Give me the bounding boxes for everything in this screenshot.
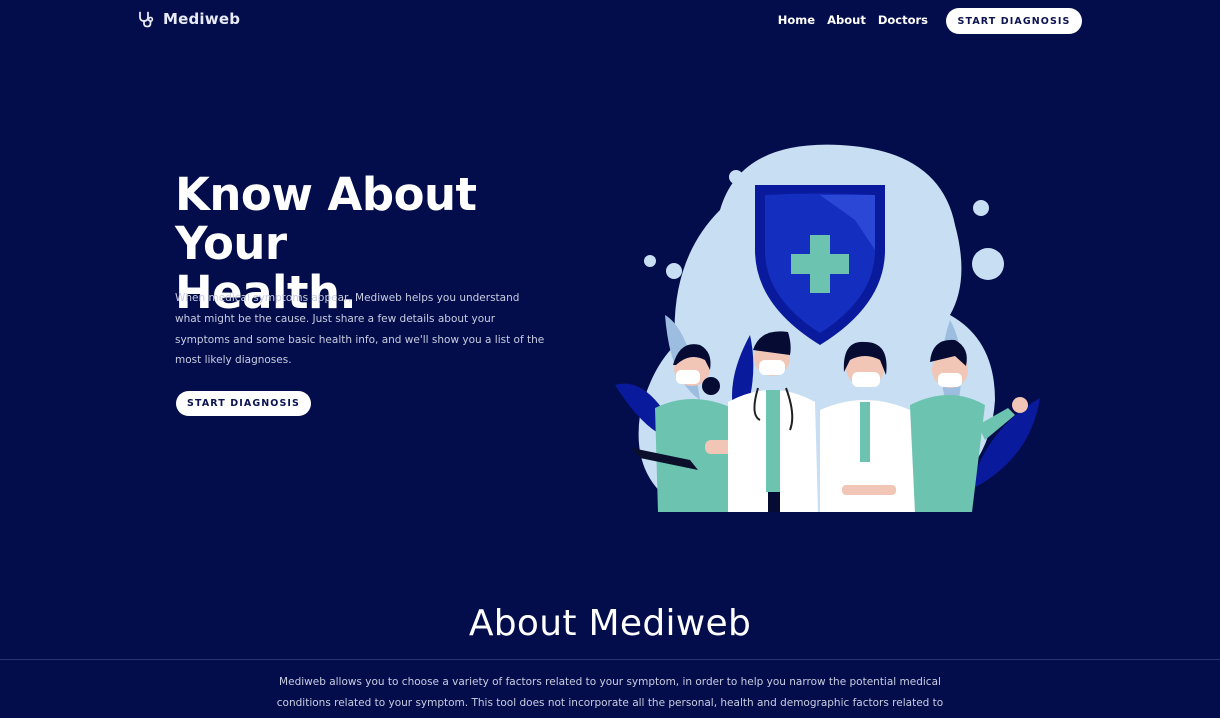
bubble-dot bbox=[729, 170, 743, 184]
brand-name: Mediweb bbox=[163, 10, 241, 28]
hero-start-diagnosis-button[interactable]: START DIAGNOSIS bbox=[176, 391, 311, 416]
bubble-dot bbox=[973, 200, 989, 216]
landing-page: Mediweb Home About Doctors START DIAGNOS… bbox=[0, 0, 1220, 718]
nav-link-doctors[interactable]: Doctors bbox=[878, 13, 928, 27]
medical-team-illustration bbox=[615, 144, 1040, 512]
hero-title-line-1: Know About Your bbox=[175, 168, 477, 270]
nav-start-diagnosis-button[interactable]: START DIAGNOSIS bbox=[946, 8, 1082, 34]
section-divider bbox=[0, 659, 1220, 660]
shield-cross-horizontal bbox=[791, 254, 849, 274]
stethoscope-icon bbox=[139, 11, 154, 27]
brand-logo[interactable]: Mediweb bbox=[137, 10, 240, 28]
top-nav: Mediweb Home About Doctors START DIAGNOS… bbox=[0, 0, 1220, 40]
about-description: Mediweb allows you to choose a variety o… bbox=[276, 676, 944, 709]
about-title: About Mediweb bbox=[468, 603, 752, 644]
bubble-dot bbox=[666, 263, 682, 279]
bubble-dot bbox=[972, 248, 1004, 280]
nav-links: Home About Doctors bbox=[778, 13, 928, 27]
nav-link-home[interactable]: Home bbox=[778, 13, 815, 27]
nav-link-about[interactable]: About bbox=[827, 13, 866, 27]
bubble-dot bbox=[644, 255, 656, 267]
hero-description: When medical symptoms appear, Mediweb he… bbox=[175, 292, 545, 367]
